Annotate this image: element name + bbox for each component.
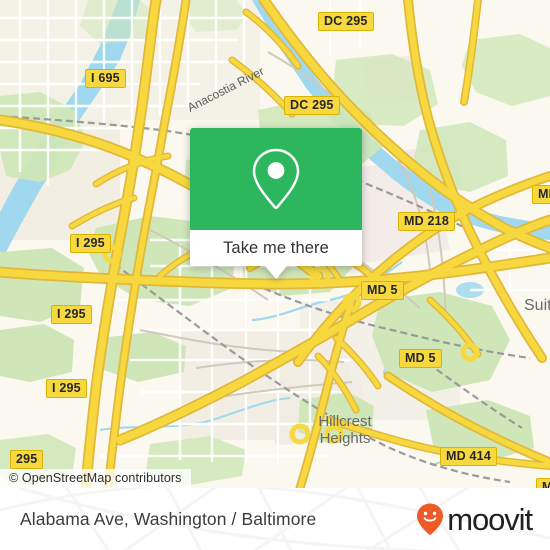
route-shield: 295 xyxy=(10,450,44,469)
route-shield: MD 5 xyxy=(399,349,442,368)
label-heights: Heights xyxy=(320,430,371,447)
route-shield: MD 218 xyxy=(398,212,455,231)
route-shield-label: MD 218 xyxy=(404,214,449,228)
route-shield-label: MD 5 xyxy=(542,480,550,488)
route-shield: I 295 xyxy=(70,234,111,253)
footer-bar: Alabama Ave, Washington / Baltimore moov… xyxy=(0,488,550,550)
destination-popup[interactable]: Take me there xyxy=(190,128,362,279)
label-hillcrest: Hillcrest xyxy=(318,413,372,430)
route-shield: MD 4 xyxy=(532,185,550,204)
route-shield: DC 295 xyxy=(318,12,374,31)
route-shield: I 695 xyxy=(85,69,126,88)
route-shield-label: MD 5 xyxy=(405,351,436,365)
route-shield: MD 414 xyxy=(440,447,497,466)
route-shield: MD 5 xyxy=(536,478,550,488)
moovit-pin-icon xyxy=(417,503,444,535)
route-shield-label: I 695 xyxy=(91,71,120,85)
route-shield: DC 295 xyxy=(284,96,340,115)
route-shield-label: I 295 xyxy=(76,236,105,250)
route-shield: I 295 xyxy=(51,305,92,324)
route-shield-label: DC 295 xyxy=(324,14,368,28)
route-shield-label: DC 295 xyxy=(290,98,334,112)
location-pin-icon xyxy=(252,148,300,210)
popup-pin-panel xyxy=(190,128,362,230)
route-shield-label: 295 xyxy=(16,452,38,466)
route-shield: I 295 xyxy=(46,379,87,398)
map-canvas[interactable]: Anacostia River Suitland Hillcrest Heigh… xyxy=(0,0,550,488)
popup-tail xyxy=(265,266,287,279)
route-shield: MD 5 xyxy=(361,281,404,300)
route-shield-label: MD 4 xyxy=(538,187,550,201)
map-screenshot-root: Anacostia River Suitland Hillcrest Heigh… xyxy=(0,0,550,550)
page-title: Alabama Ave, Washington / Baltimore xyxy=(20,508,317,529)
label-suitland: Suitland xyxy=(524,297,550,314)
route-shield-label: I 295 xyxy=(57,307,86,321)
take-me-there-button[interactable]: Take me there xyxy=(190,230,362,266)
moovit-wordmark: moovit xyxy=(447,501,533,537)
route-shield-label: I 295 xyxy=(52,381,81,395)
map-attribution[interactable]: © OpenStreetMap contributors xyxy=(0,469,191,488)
moovit-logo[interactable]: moovit xyxy=(415,488,533,550)
route-shield-label: MD 5 xyxy=(367,283,398,297)
route-shield-label: MD 414 xyxy=(446,449,491,463)
